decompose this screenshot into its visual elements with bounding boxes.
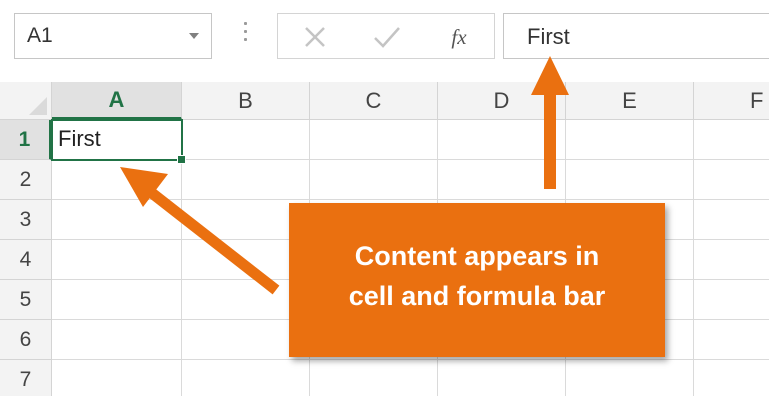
column-header-a[interactable]: A	[52, 82, 182, 120]
column-header-e[interactable]: E	[566, 82, 694, 120]
cell-f5[interactable]	[694, 280, 769, 320]
cell-c7[interactable]	[310, 360, 438, 396]
cell-a1[interactable]: First	[51, 119, 186, 164]
cell-f2[interactable]	[694, 160, 769, 200]
row-header-5[interactable]: 5	[0, 280, 52, 320]
cell-a2[interactable]	[52, 160, 182, 200]
row-header-3[interactable]: 3	[0, 200, 52, 240]
cell-c2[interactable]	[310, 160, 438, 200]
row-header-6[interactable]: 6	[0, 320, 52, 360]
formula-bar-input[interactable]: First	[503, 13, 769, 59]
row-header-4[interactable]: 4	[0, 240, 52, 280]
column-header-c[interactable]: C	[310, 82, 438, 120]
cell-e1[interactable]	[566, 120, 694, 160]
cell-a1-text: First	[58, 126, 101, 151]
spreadsheet-screenshot: A1 fx First A B C D E F 1 2 3 4 5 6 7 Fi…	[0, 0, 769, 396]
cell-d7[interactable]	[438, 360, 566, 396]
callout-text: Content appears in cell and formula bar	[289, 236, 665, 316]
cell-b7[interactable]	[182, 360, 310, 396]
callout-box: Content appears in cell and formula bar	[289, 203, 665, 357]
insert-function-button[interactable]: fx	[442, 22, 476, 52]
formula-buttons: fx	[277, 13, 495, 59]
select-all-triangle-icon	[29, 97, 47, 115]
cell-f1[interactable]	[694, 120, 769, 160]
formula-bar-content: First	[527, 24, 570, 49]
checkmark-icon[interactable]	[372, 25, 402, 49]
cell-e2[interactable]	[566, 160, 694, 200]
callout-line-2: cell and formula bar	[348, 281, 606, 311]
cell-a5[interactable]	[52, 280, 182, 320]
row-header-7[interactable]: 7	[0, 360, 52, 396]
row-header-1[interactable]: 1	[0, 120, 52, 160]
cell-a4[interactable]	[52, 240, 182, 280]
cell-e7[interactable]	[566, 360, 694, 396]
cell-b2[interactable]	[182, 160, 310, 200]
cell-a7[interactable]	[52, 360, 182, 396]
more-options-icon[interactable]	[244, 22, 248, 50]
cell-f7[interactable]	[694, 360, 769, 396]
cell-a6[interactable]	[52, 320, 182, 360]
fill-handle[interactable]	[177, 155, 186, 164]
callout-line-1: Content appears in	[354, 241, 600, 271]
cell-b1[interactable]	[182, 120, 310, 160]
cell-f6[interactable]	[694, 320, 769, 360]
close-icon[interactable]	[302, 25, 328, 49]
column-header-b[interactable]: B	[182, 82, 310, 120]
cell-f3[interactable]	[694, 200, 769, 240]
name-box[interactable]: A1	[14, 13, 212, 59]
column-header-f[interactable]: F	[694, 82, 769, 120]
name-box-value: A1	[27, 24, 53, 47]
column-header-d[interactable]: D	[438, 82, 566, 120]
cell-d2[interactable]	[438, 160, 566, 200]
cell-a3[interactable]	[52, 200, 182, 240]
chevron-down-icon[interactable]	[189, 33, 199, 39]
select-all-button[interactable]	[0, 82, 52, 120]
cell-f4[interactable]	[694, 240, 769, 280]
cell-d1[interactable]	[438, 120, 566, 160]
cell-c1[interactable]	[310, 120, 438, 160]
row-header-2[interactable]: 2	[0, 160, 52, 200]
